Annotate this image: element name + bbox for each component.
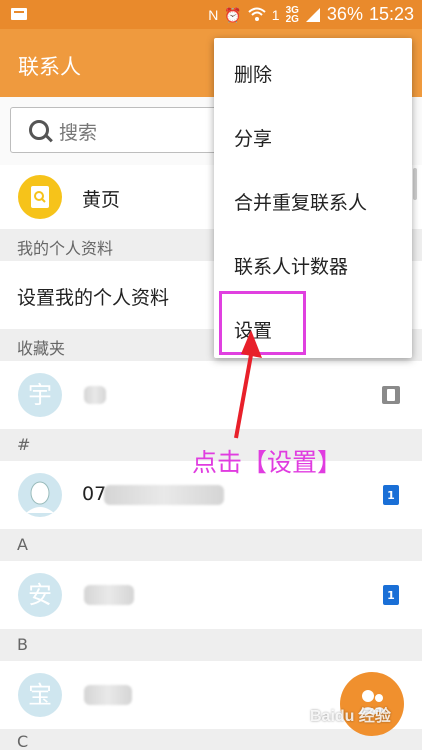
watermark: Baidu 经验 xyxy=(310,708,391,725)
annotation-arrow xyxy=(234,330,262,439)
annotation-label: 点击【设置】 xyxy=(192,448,343,477)
